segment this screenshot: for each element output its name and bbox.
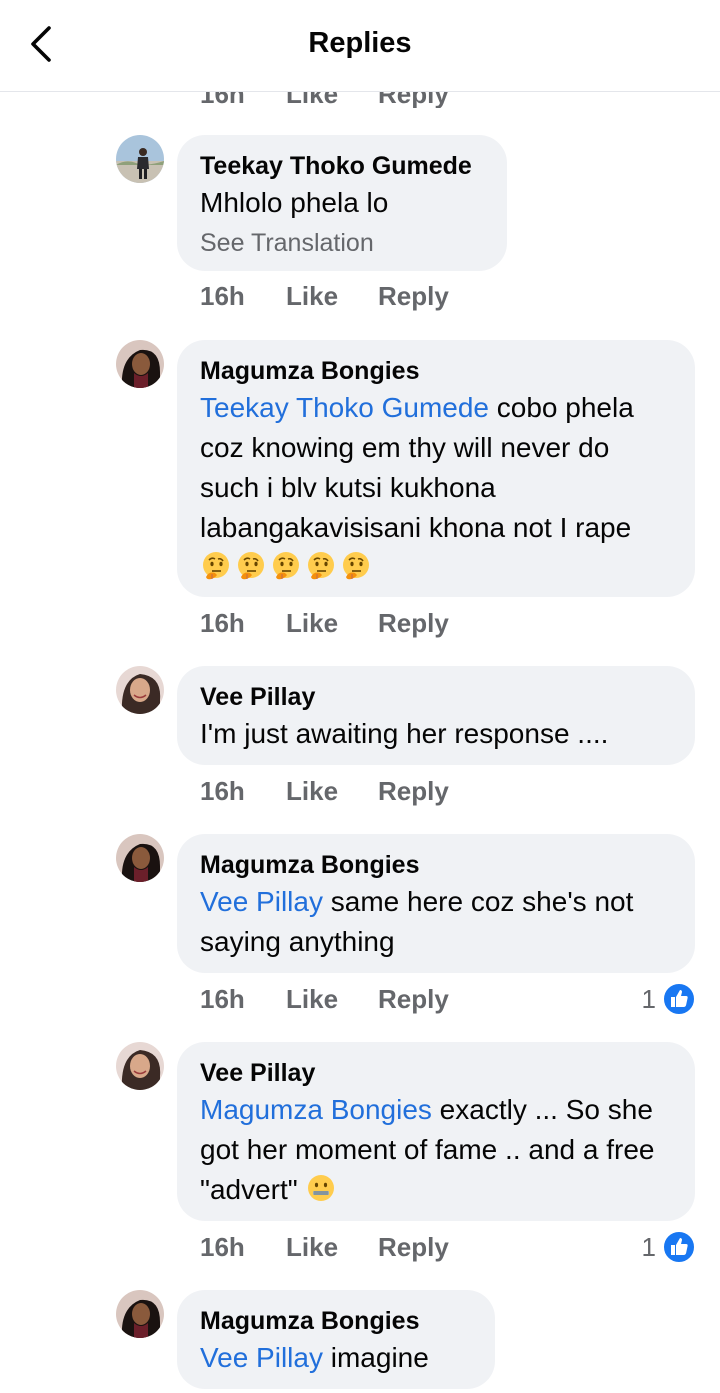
- avatar[interactable]: [116, 1290, 164, 1338]
- mention-link[interactable]: Vee Pillay: [200, 886, 323, 917]
- comment-author[interactable]: Magumza Bongies: [200, 354, 671, 388]
- mention-link[interactable]: Teekay Thoko Gumede: [200, 392, 489, 423]
- comment-timestamp: 16h: [200, 1232, 245, 1262]
- avatar[interactable]: [116, 1042, 164, 1090]
- like-button[interactable]: Like: [286, 776, 338, 807]
- comment-bubble[interactable]: Teekay Thoko Gumede Mhlolo phela lo See …: [177, 135, 507, 271]
- comment-timestamp: 16h: [200, 776, 245, 806]
- reaction-count: 1: [641, 984, 656, 1014]
- like-thumbs-up-icon: [662, 982, 696, 1016]
- avatar[interactable]: [116, 834, 164, 882]
- mention-link[interactable]: Vee Pillay: [200, 1342, 323, 1373]
- reply-button[interactable]: Reply: [378, 984, 449, 1015]
- comment-bubble[interactable]: Magumza Bongies Vee Pillay same here coz…: [177, 834, 695, 973]
- thinking-face-emoji: [340, 550, 372, 582]
- comment-bubble[interactable]: Vee Pillay Magumza Bongies exactly ... S…: [177, 1042, 695, 1221]
- comment-text: Mhlolo phela lo: [200, 187, 389, 218]
- mention-link[interactable]: Magumza Bongies: [200, 1094, 432, 1125]
- reaction-summary[interactable]: 1: [606, 1230, 696, 1266]
- reaction-count: 1: [641, 1232, 656, 1262]
- reaction-summary[interactable]: 1: [606, 982, 696, 1018]
- comment-bubble[interactable]: Magumza Bongies Vee Pillay imagine: [177, 1290, 495, 1389]
- comment-author[interactable]: Magumza Bongies: [200, 1304, 471, 1338]
- comment-bubble[interactable]: Magumza Bongies Teekay Thoko Gumede cobo…: [177, 340, 695, 597]
- comment-author[interactable]: Vee Pillay: [200, 680, 671, 714]
- comment-author[interactable]: Magumza Bongies: [200, 848, 671, 882]
- comment-timestamp: 16h: [200, 281, 245, 311]
- reply-button[interactable]: Reply: [378, 281, 449, 312]
- like-button[interactable]: Like: [286, 1232, 338, 1263]
- comment-text: Vee Pillay same here coz she's not sayin…: [200, 886, 634, 957]
- avatar[interactable]: [116, 666, 164, 714]
- page-title: Replies: [308, 27, 412, 59]
- comment-timestamp: 16h: [200, 608, 245, 638]
- comment-timestamp: 16h: [200, 984, 245, 1014]
- like-thumbs-up-icon: [662, 1230, 696, 1264]
- like-button[interactable]: Like: [286, 984, 338, 1015]
- comment-bubble[interactable]: Vee Pillay I'm just awaiting her respons…: [177, 666, 695, 765]
- like-button[interactable]: Like: [286, 608, 338, 639]
- reply-button[interactable]: Reply: [378, 776, 449, 807]
- comment-text: Vee Pillay imagine: [200, 1342, 429, 1373]
- top-bar: Replies: [0, 0, 720, 92]
- avatar[interactable]: [116, 340, 164, 388]
- comment-author[interactable]: Teekay Thoko Gumede: [200, 149, 483, 183]
- zipper-mouth-face-emoji: [305, 1172, 337, 1204]
- reply-button[interactable]: Reply: [378, 608, 449, 639]
- reply-button[interactable]: Reply: [378, 1232, 449, 1263]
- comment-author[interactable]: Vee Pillay: [200, 1056, 671, 1090]
- comment-text: Teekay Thoko Gumede cobo phela coz knowi…: [200, 388, 671, 588]
- thinking-face-emoji: [270, 550, 302, 582]
- like-button[interactable]: Like: [286, 281, 338, 312]
- thinking-face-emoji: [235, 550, 267, 582]
- avatar[interactable]: [116, 135, 164, 183]
- thinking-face-emoji: [200, 550, 232, 582]
- comment-text: I'm just awaiting her response ....: [200, 718, 609, 749]
- comment-text: Magumza Bongies exactly ... So she got h…: [200, 1094, 655, 1205]
- thinking-face-emoji: [305, 550, 337, 582]
- see-translation-link[interactable]: See Translation: [200, 225, 483, 261]
